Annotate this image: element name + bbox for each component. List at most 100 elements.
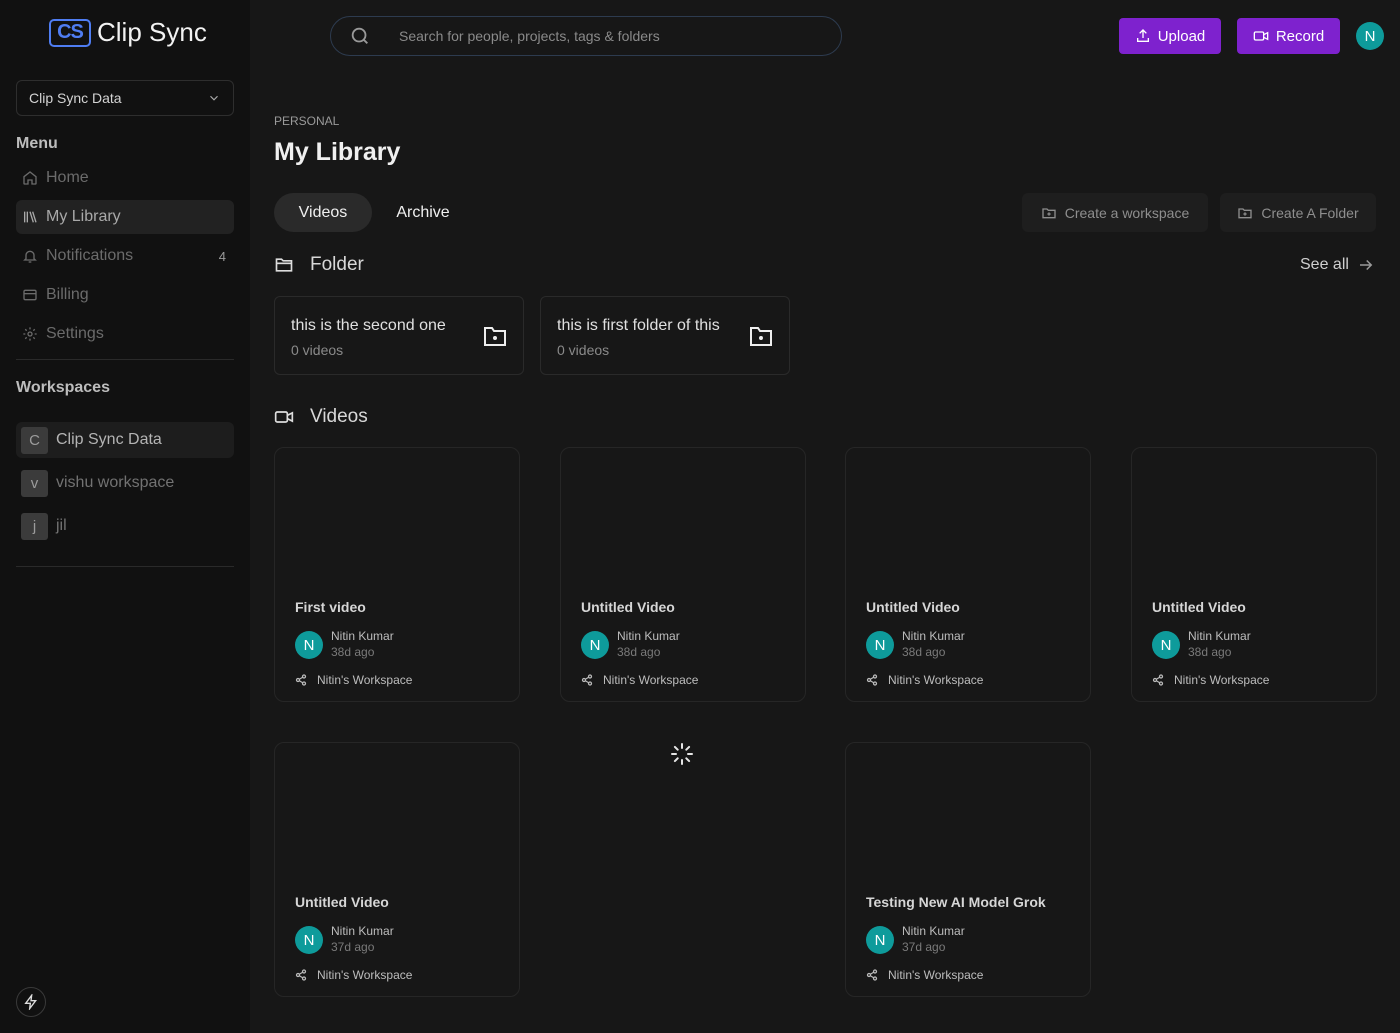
video-camera-icon — [274, 411, 294, 423]
home-icon — [23, 171, 37, 185]
sidebar-item-notifications[interactable]: Notifications 4 — [16, 239, 234, 273]
see-all-link[interactable]: See all — [1300, 256, 1375, 274]
video-workspace: Nitin's Workspace — [866, 673, 983, 687]
create-workspace-button[interactable]: Create a workspace — [1022, 193, 1208, 232]
workspace-initial: j — [21, 512, 48, 540]
video-card[interactable]: First video N Nitin Kumar 38d ago Nitin'… — [274, 447, 520, 702]
video-author: Nitin Kumar — [902, 629, 965, 643]
logo-text: Clip Sync — [97, 17, 207, 47]
sidebar-item-home[interactable]: Home — [16, 161, 234, 195]
workspace-name: Clip Sync Data — [56, 431, 162, 448]
video-author: Nitin Kumar — [331, 924, 394, 938]
search-input[interactable] — [399, 28, 819, 44]
workspace-item-clip-sync-data[interactable]: C Clip Sync Data — [16, 422, 234, 458]
sidebar-item-label: Settings — [46, 325, 104, 342]
sidebar-item-my-library[interactable]: My Library — [16, 200, 234, 234]
folder-card[interactable]: this is first folder of this 0 videos — [540, 296, 790, 375]
video-author: Nitin Kumar — [902, 924, 965, 938]
folder-card[interactable]: this is the second one 0 videos — [274, 296, 524, 375]
video-card[interactable]: Untitled Video N Nitin Kumar 38d ago Nit… — [560, 447, 806, 702]
workspace-label: Nitin's Workspace — [888, 968, 984, 982]
video-author: Nitin Kumar — [1188, 629, 1251, 643]
workspace-select[interactable]: Clip Sync Data — [16, 80, 234, 116]
workspace-initial: C — [21, 426, 48, 454]
video-title: Untitled Video — [295, 894, 389, 910]
video-time: 37d ago — [902, 940, 946, 954]
workspace-initial: v — [21, 469, 48, 497]
share-icon — [1152, 674, 1164, 686]
bell-icon — [23, 250, 37, 263]
folder-plus-icon — [1042, 207, 1056, 218]
credit-card-icon — [23, 289, 37, 301]
sidebar-item-label: Notifications — [46, 247, 134, 264]
logo-mark: CS — [49, 18, 91, 47]
bolt-button[interactable] — [16, 987, 46, 1017]
videos-section-title: Videos — [310, 406, 368, 427]
folder-name: this is first folder of this — [557, 317, 720, 334]
chevron-down-icon — [210, 95, 218, 101]
see-all-label: See all — [1300, 256, 1349, 273]
tab-archive[interactable]: Archive — [380, 193, 466, 232]
workspace-label: Nitin's Workspace — [888, 673, 984, 687]
folder-section-header: Folder — [274, 254, 364, 276]
sidebar-item-label: My Library — [46, 208, 121, 225]
create-folder-button[interactable]: Create A Folder — [1220, 193, 1376, 232]
workspace-name: vishu workspace — [56, 474, 175, 491]
sidebar-item-settings[interactable]: Settings — [16, 317, 234, 351]
share-icon — [581, 674, 593, 686]
video-card[interactable]: Untitled Video N Nitin Kumar 37d ago Nit… — [274, 742, 520, 997]
workspace-name: jil — [56, 517, 67, 534]
folder-plus-icon — [1238, 207, 1253, 218]
workspace-item-vishu[interactable]: v vishu workspace — [16, 465, 234, 501]
workspaces-title: Workspaces — [16, 379, 110, 396]
avatar: N — [866, 926, 894, 954]
share-icon — [866, 969, 878, 981]
app-logo[interactable]: CS Clip Sync — [49, 17, 207, 48]
folder-icon — [275, 258, 293, 272]
video-author: Nitin Kumar — [617, 629, 680, 643]
video-camera-icon — [1253, 31, 1269, 41]
gear-icon — [23, 327, 37, 341]
tab-videos[interactable]: Videos — [274, 193, 372, 232]
avatar: N — [581, 631, 609, 659]
library-icon — [24, 211, 37, 223]
record-label: Record — [1275, 27, 1325, 45]
workspace-label: Nitin's Workspace — [317, 673, 413, 687]
video-title: Untitled Video — [866, 599, 960, 615]
workspace-label: Nitin's Workspace — [603, 673, 699, 687]
folder-icon — [484, 327, 506, 346]
avatar: N — [295, 926, 323, 954]
video-workspace: Nitin's Workspace — [295, 673, 412, 687]
folder-name: this is the second one — [291, 317, 446, 334]
upload-button[interactable]: Upload — [1119, 18, 1221, 54]
workspace-select-value: Clip Sync Data — [29, 90, 122, 106]
video-workspace: Nitin's Workspace — [581, 673, 698, 687]
folder-count: 0 videos — [557, 342, 610, 358]
video-time: 38d ago — [331, 645, 375, 659]
workspace-item-jil[interactable]: j jil — [16, 508, 234, 544]
folder-icon — [750, 327, 772, 346]
workspace-label: Nitin's Workspace — [1174, 673, 1270, 687]
folder-section-title: Folder — [310, 254, 364, 275]
search-bar[interactable] — [330, 16, 842, 56]
video-author: Nitin Kumar — [331, 629, 394, 643]
user-avatar[interactable]: N — [1356, 22, 1384, 50]
sidebar-item-label: Billing — [46, 286, 89, 303]
video-title: Untitled Video — [1152, 599, 1246, 615]
notification-count: 4 — [218, 248, 226, 264]
record-button[interactable]: Record — [1237, 18, 1340, 54]
video-card[interactable]: Untitled Video N Nitin Kumar 38d ago Nit… — [1131, 447, 1377, 702]
loading-spinner-icon — [671, 743, 693, 765]
avatar: N — [866, 631, 894, 659]
video-time: 37d ago — [331, 940, 375, 954]
video-workspace: Nitin's Workspace — [295, 968, 412, 982]
divider — [16, 566, 234, 567]
video-title: Untitled Video — [581, 599, 675, 615]
share-icon — [295, 674, 307, 686]
upload-icon — [1136, 29, 1149, 42]
arrow-right-icon — [1359, 259, 1373, 271]
video-workspace: Nitin's Workspace — [1152, 673, 1269, 687]
sidebar-item-billing[interactable]: Billing — [16, 278, 234, 312]
video-card[interactable]: Testing New AI Model Grok N Nitin Kumar … — [845, 742, 1091, 997]
video-card[interactable]: Untitled Video N Nitin Kumar 38d ago Nit… — [845, 447, 1091, 702]
